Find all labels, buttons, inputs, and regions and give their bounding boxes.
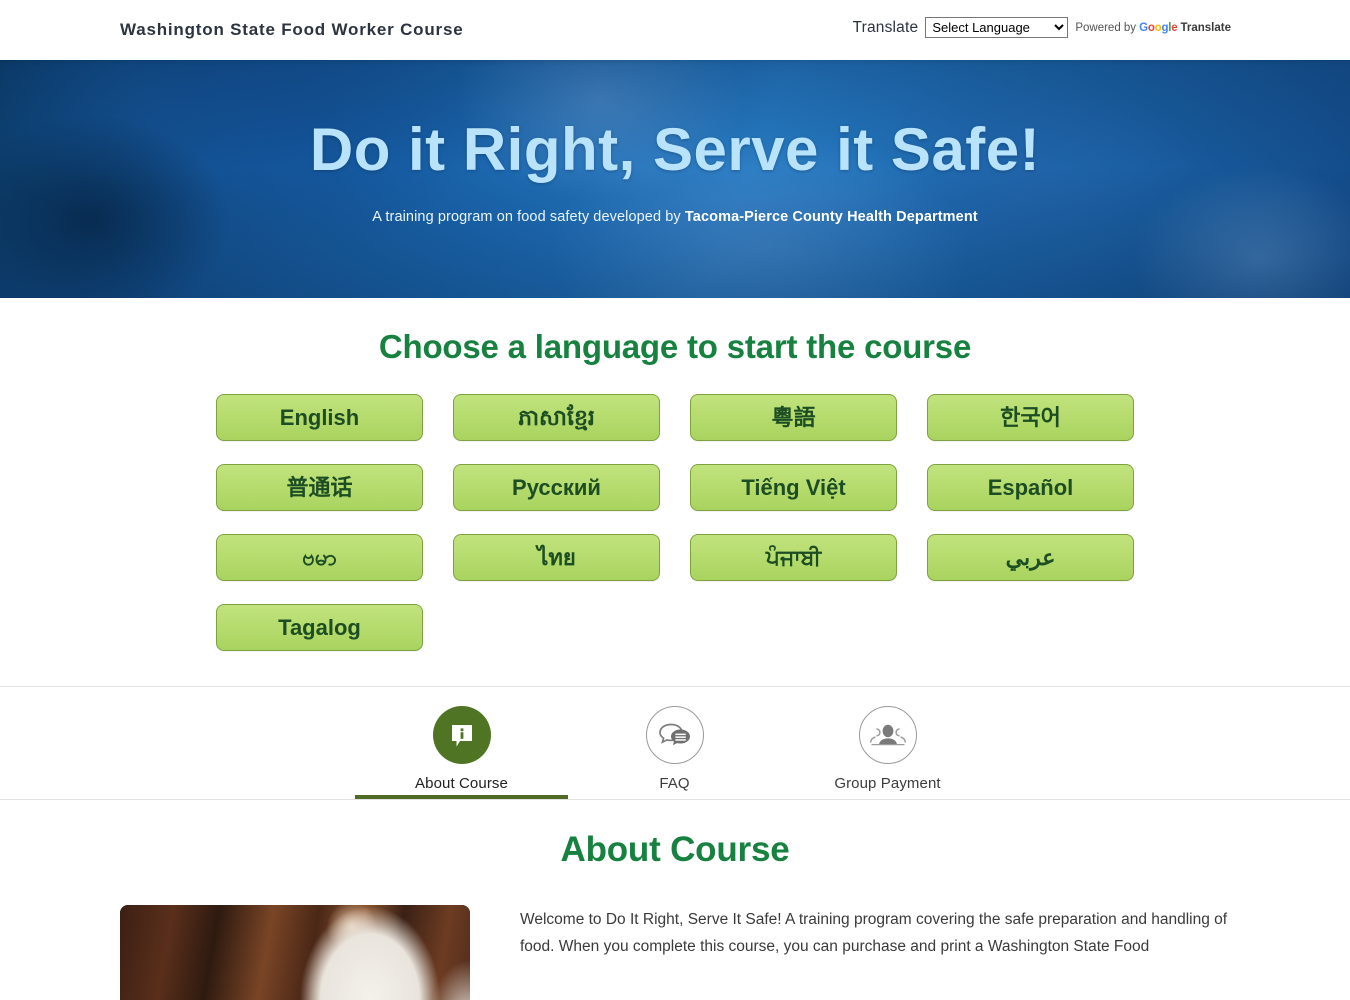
hero-title-part1: Do it Right, <box>309 116 636 183</box>
chat-bubbles-icon <box>645 706 704 764</box>
hero-banner: Do it Right, Serve it Safe! A training p… <box>0 60 1350 298</box>
language-button-arabic[interactable]: عربي <box>927 534 1134 581</box>
google-logo: Google <box>1139 21 1178 34</box>
site-brand-title: Washington State Food Worker Course <box>120 20 464 39</box>
about-course-body: Welcome to Do It Right, Serve It Safe! A… <box>0 905 1350 1000</box>
tab-label-group-payment: Group Payment <box>834 775 941 792</box>
tab-bar: About Course FAQ Group Payment <box>0 686 1350 800</box>
hero-subtitle-org: Tacoma-Pierce County Health Department <box>684 209 978 225</box>
hero-title-part2: Serve it Safe! <box>635 116 1041 183</box>
language-button-cantonese[interactable]: 粵語 <box>690 394 897 441</box>
hero-title: Do it Right, Serve it Safe! <box>0 115 1350 184</box>
translate-label: Translate <box>852 18 919 36</box>
language-button-tagalog[interactable]: Tagalog <box>216 604 423 651</box>
google-translate-word: Translate <box>1180 21 1232 34</box>
powered-by-google-translate: Powered by Google Translate <box>1075 22 1231 34</box>
group-people-icon <box>858 706 917 764</box>
language-button-khmer[interactable]: ភាសាខ្មែរ <box>453 394 660 441</box>
language-button-korean[interactable]: 한국어 <box>927 394 1134 441</box>
about-course-text: Welcome to Do It Right, Serve It Safe! A… <box>520 905 1230 1000</box>
language-button-mandarin[interactable]: 普通话 <box>216 464 423 511</box>
language-chooser-heading: Choose a language to start the course <box>378 328 972 365</box>
tab-faq[interactable]: FAQ <box>568 687 781 799</box>
about-course-title: About Course <box>560 830 790 869</box>
google-translate-widget: Translate Select Language Powered by Goo… <box>852 17 1231 38</box>
language-button-vietnamese[interactable]: Tiếng Việt <box>690 464 897 511</box>
language-select[interactable]: Select Language <box>925 17 1069 38</box>
tab-label-about-course: About Course <box>415 775 508 792</box>
hero-subtitle: A training program on food safety develo… <box>0 209 1350 225</box>
about-course-section: About Course Welcome to Do It Right, Ser… <box>0 800 1350 1000</box>
tab-about-course[interactable]: About Course <box>355 687 568 799</box>
site-header: Washington State Food Worker Course Tran… <box>0 0 1350 60</box>
tab-list: About Course FAQ Group Payment <box>355 687 995 799</box>
about-course-image <box>120 905 470 1000</box>
language-button-spanish[interactable]: Español <box>927 464 1134 511</box>
language-button-english[interactable]: English <box>216 394 423 441</box>
language-button-thai[interactable]: ไทย <box>453 534 660 581</box>
info-bubble-icon <box>432 706 491 764</box>
language-chooser-section: Choose a language to start the course En… <box>0 298 1350 651</box>
hero-content: Do it Right, Serve it Safe! A training p… <box>0 60 1350 225</box>
powered-by-label: Powered by <box>1075 21 1137 34</box>
tab-group-payment[interactable]: Group Payment <box>781 687 994 799</box>
chef-kitchen-photo <box>120 905 470 1000</box>
hero-subtitle-prefix: A training program on food safety develo… <box>372 209 685 225</box>
language-button-russian[interactable]: Русский <box>453 464 660 511</box>
tab-label-faq: FAQ <box>659 775 690 792</box>
language-button-punjabi[interactable]: ਪੰਜਾਬੀ <box>690 534 897 581</box>
language-button-burmese[interactable]: ဗမာ <box>216 534 423 581</box>
about-course-paragraph: Welcome to Do It Right, Serve It Safe! A… <box>520 911 1228 955</box>
language-button-grid: English ភាសាខ្មែរ 粵語 한국어 普通话 Русский Tiế… <box>215 394 1135 651</box>
